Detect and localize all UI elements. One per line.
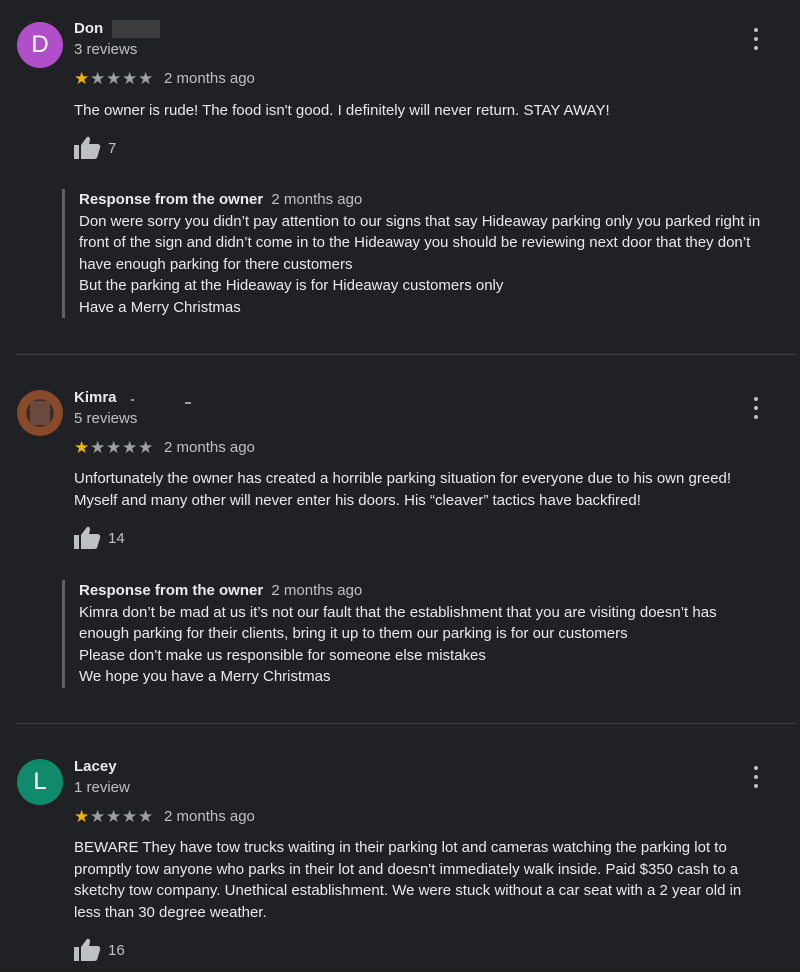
review-card: D Don 3 reviews ★ ★ ★ ★ ★ 2 months ago T… xyxy=(0,0,800,355)
owner-response-line: enough parking for their clients, bring … xyxy=(79,625,628,642)
owner-response-line: We hope you have a Merry Christmas xyxy=(79,668,331,685)
review-text-line: Unfortunately the owner has created a ho… xyxy=(74,470,732,487)
redacted-surname xyxy=(131,399,134,401)
owner-response-line: Don were sorry you didn’t pay attention … xyxy=(79,212,761,230)
avatar-photo-blurred xyxy=(30,401,50,425)
owner-response-line: have enough parking for there customers xyxy=(79,255,353,273)
divider xyxy=(16,723,796,724)
owner-response-line: Kimra don’t be mad at us it’s not our fa… xyxy=(79,603,717,621)
star-icon: ★ xyxy=(138,68,154,88)
star-icon: ★ xyxy=(122,68,138,88)
star-icon: ★ xyxy=(122,437,138,457)
review-text: BEWARE They have tow trucks waiting in t… xyxy=(74,837,774,923)
reviewer-name[interactable]: Don xyxy=(74,20,103,37)
like-count: 14 xyxy=(108,529,125,547)
review-text-line: sketchy tow company. Unethical establish… xyxy=(74,882,742,899)
thumbs-up-icon xyxy=(74,938,101,961)
more-options-icon[interactable] xyxy=(748,28,764,50)
like-count: 16 xyxy=(108,941,125,959)
reviews-count: 5 reviews xyxy=(74,410,138,427)
review-text: Unfortunately the owner has created a ho… xyxy=(74,468,774,511)
review-date: 2 months ago xyxy=(164,70,255,87)
star-icon: ★ xyxy=(90,437,106,457)
star-icon: ★ xyxy=(90,806,106,826)
owner-response-line: Please don’t make us responsible for som… xyxy=(79,646,486,664)
avatar[interactable] xyxy=(17,390,63,436)
star-rating: ★ ★ ★ ★ ★ xyxy=(74,68,154,88)
owner-response-line: But the parking at the Hideaway is for H… xyxy=(79,277,504,294)
review-text: The owner is rude! The food isn't good. … xyxy=(74,102,610,119)
star-icon: ★ xyxy=(122,806,138,826)
reviews-count: 3 reviews xyxy=(74,41,138,58)
owner-response: Response from the owner 2 months ago Kim… xyxy=(62,580,797,688)
rating-row: ★ ★ ★ ★ ★ 2 months ago xyxy=(74,806,255,826)
divider xyxy=(16,354,796,355)
star-rating: ★ ★ ★ ★ ★ xyxy=(74,806,154,826)
star-icon: ★ xyxy=(138,437,154,457)
review-card: Kimra 5 reviews ★ ★ ★ ★ ★ 2 months ago U… xyxy=(0,370,800,723)
redacted-surname xyxy=(112,20,160,38)
review-date: 2 months ago xyxy=(164,808,255,825)
review-text-line: promptly tow anyone who parks in their l… xyxy=(74,860,739,878)
owner-response-label: Response from the owner xyxy=(79,191,264,208)
review-text-line: less than 30 degree weather. xyxy=(74,903,267,921)
star-rating: ★ ★ ★ ★ ★ xyxy=(74,437,154,457)
avatar[interactable]: D xyxy=(17,22,63,68)
avatar-initial: D xyxy=(31,31,49,58)
owner-response-date: 2 months ago xyxy=(271,582,363,599)
like-button[interactable]: 16 xyxy=(72,937,125,963)
owner-response: Response from the owner 2 months ago Don… xyxy=(62,189,797,318)
thumbs-up-icon xyxy=(74,136,101,159)
star-icon: ★ xyxy=(138,806,154,826)
review-date: 2 months ago xyxy=(164,439,255,456)
star-icon: ★ xyxy=(74,68,90,88)
star-icon: ★ xyxy=(106,68,122,88)
like-count: 7 xyxy=(108,139,117,157)
thumbs-up-icon xyxy=(74,526,101,549)
reviewer-name[interactable]: Kimra xyxy=(74,389,117,406)
more-options-icon[interactable] xyxy=(748,766,764,788)
star-icon: ★ xyxy=(74,806,90,826)
owner-response-label: Response from the owner xyxy=(79,582,264,599)
rating-row: ★ ★ ★ ★ ★ 2 months ago xyxy=(74,437,255,457)
owner-response-line: front of the sign and didn’t come in to … xyxy=(79,234,751,251)
reviewer-name[interactable]: Lacey xyxy=(74,758,117,775)
more-options-icon[interactable] xyxy=(748,397,764,419)
like-button[interactable]: 14 xyxy=(72,525,125,551)
redacted-surname xyxy=(185,402,191,404)
star-icon: ★ xyxy=(90,68,106,88)
like-button[interactable]: 7 xyxy=(72,135,116,161)
owner-response-date: 2 months ago xyxy=(271,191,363,208)
star-icon: ★ xyxy=(106,806,122,826)
avatar-initial: L xyxy=(33,768,47,795)
review-text-line: BEWARE They have tow trucks waiting in t… xyxy=(74,839,727,856)
avatar[interactable]: L xyxy=(17,759,63,805)
star-icon: ★ xyxy=(74,437,90,457)
rating-row: ★ ★ ★ ★ ★ 2 months ago xyxy=(74,68,255,88)
star-icon: ★ xyxy=(106,437,122,457)
review-card: L Lacey 1 review ★ ★ ★ ★ ★ 2 months ago … xyxy=(0,740,800,972)
review-text-line: Myself and many other will never enter h… xyxy=(74,491,641,509)
owner-response-line: Have a Merry Christmas xyxy=(79,298,241,316)
reviews-count: 1 review xyxy=(74,779,130,796)
